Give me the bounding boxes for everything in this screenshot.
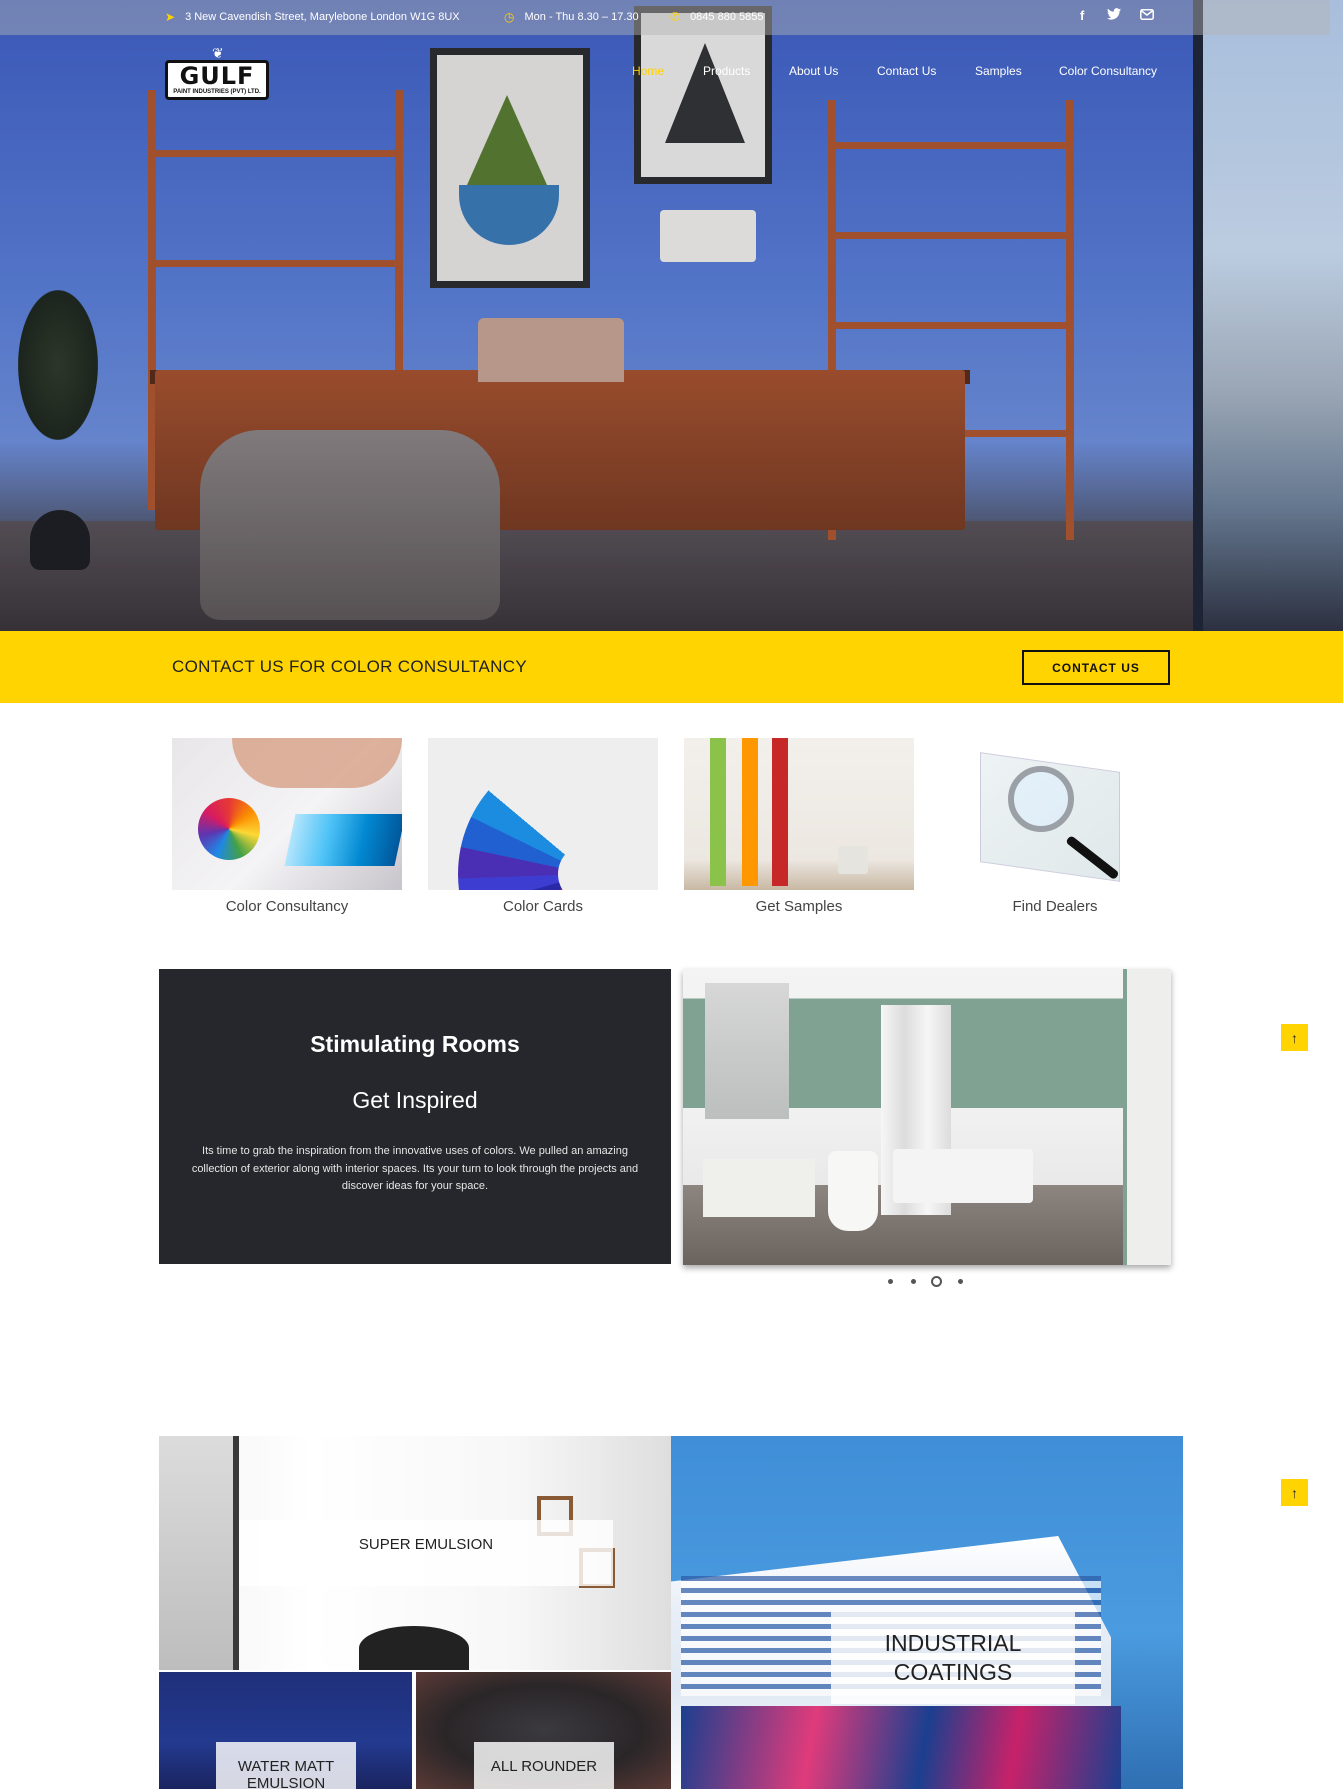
scroll-to-top-button[interactable]: ↑ xyxy=(1281,1479,1308,1506)
phone-icon: ✆ xyxy=(670,10,681,24)
product-label[interactable]: SUPER EMULSION xyxy=(239,1520,613,1586)
phone-info[interactable]: ✆ 0845 880 5855 xyxy=(670,10,763,24)
get-samples-image[interactable] xyxy=(684,738,914,890)
clock-icon: ◷ xyxy=(504,10,515,24)
contact-us-button[interactable]: CONTACT US xyxy=(1022,650,1170,685)
address-info: ➤ 3 New Cavendish Street, Marylebone Lon… xyxy=(165,10,460,24)
inspiration-subtitle: Get Inspired xyxy=(352,1087,478,1113)
arrow-up-icon: ↑ xyxy=(1291,1484,1298,1501)
service-get-samples[interactable]: Get Samples xyxy=(684,738,914,915)
inspiration-slide-image[interactable] xyxy=(683,969,1171,1265)
address-text: 3 New Cavendish Street, Marylebone Londo… xyxy=(185,11,460,23)
color-cards-image[interactable] xyxy=(428,738,658,890)
product-industrial-coatings[interactable]: INDUSTRIAL COATINGS xyxy=(671,1436,1183,1789)
service-label[interactable]: Color Consultancy xyxy=(172,898,402,915)
nav-contact-us[interactable]: Contact Us xyxy=(877,64,936,78)
mail-icon[interactable] xyxy=(1140,8,1154,23)
hero-banner: ➤ 3 New Cavendish Street, Marylebone Lon… xyxy=(0,0,1343,631)
top-info-bar: ➤ 3 New Cavendish Street, Marylebone Lon… xyxy=(0,0,1330,35)
logo-word: GULF xyxy=(179,62,255,90)
location-arrow-icon: ➤ xyxy=(165,10,176,24)
color-consultancy-image[interactable] xyxy=(172,738,402,890)
product-label[interactable]: ALL ROUNDER xyxy=(474,1742,614,1789)
slider-dot-active[interactable] xyxy=(931,1276,942,1287)
twitter-icon[interactable] xyxy=(1107,8,1121,23)
inspiration-title: Stimulating Rooms xyxy=(310,1031,520,1057)
slider-dot[interactable] xyxy=(888,1279,893,1284)
inspiration-panel: Stimulating Rooms Get Inspired Its time … xyxy=(159,969,671,1264)
nav-products[interactable]: Products xyxy=(703,64,750,78)
find-dealers-image[interactable] xyxy=(940,738,1170,890)
consultancy-cta-bar: CONTACT US FOR COLOR CONSULTANCY CONTACT… xyxy=(0,631,1343,703)
arrow-up-icon: ↑ xyxy=(1291,1029,1298,1046)
service-label[interactable]: Color Cards xyxy=(428,898,658,915)
service-label[interactable]: Get Samples xyxy=(684,898,914,915)
logo-box: GULF PAINT INDUSTRIES (PVT) LTD. xyxy=(165,60,269,100)
nav-about-us[interactable]: About Us xyxy=(789,64,838,78)
service-color-cards[interactable]: Color Cards xyxy=(428,738,658,915)
hours-text: Mon - Thu 8.30 – 17.30 xyxy=(524,11,639,23)
slider-dot[interactable] xyxy=(911,1279,916,1284)
nav-home[interactable]: Home xyxy=(632,64,664,78)
product-water-matt-emulsion[interactable]: WATER MATT EMULSION xyxy=(159,1672,412,1789)
service-find-dealers[interactable]: Find Dealers xyxy=(940,738,1170,915)
nav-color-consultancy[interactable]: Color Consultancy xyxy=(1059,64,1157,78)
product-label[interactable]: INDUSTRIAL COATINGS xyxy=(831,1612,1075,1704)
service-label[interactable]: Find Dealers xyxy=(940,898,1170,915)
scroll-to-top-button[interactable]: ↑ xyxy=(1281,1024,1308,1051)
phone-text[interactable]: 0845 880 5855 xyxy=(690,11,763,23)
hours-info: ◷ Mon - Thu 8.30 – 17.30 xyxy=(504,10,639,24)
logo-subtitle: PAINT INDUSTRIES (PVT) LTD. xyxy=(173,89,261,95)
facebook-icon[interactable]: f xyxy=(1080,8,1084,23)
product-label[interactable]: WATER MATT EMULSION xyxy=(216,1742,356,1789)
nav-samples[interactable]: Samples xyxy=(975,64,1022,78)
product-super-emulsion[interactable]: SUPER EMULSION xyxy=(159,1436,671,1670)
cta-text: CONTACT US FOR COLOR CONSULTANCY xyxy=(172,657,527,676)
inspiration-text: Its time to grab the inspiration from th… xyxy=(191,1145,639,1192)
site-logo[interactable]: ❦ GULF PAINT INDUSTRIES (PVT) LTD. xyxy=(165,45,269,103)
service-color-consultancy[interactable]: Color Consultancy xyxy=(172,738,402,915)
product-all-rounder[interactable]: ALL ROUNDER xyxy=(416,1672,671,1789)
slider-dot[interactable] xyxy=(958,1279,963,1284)
